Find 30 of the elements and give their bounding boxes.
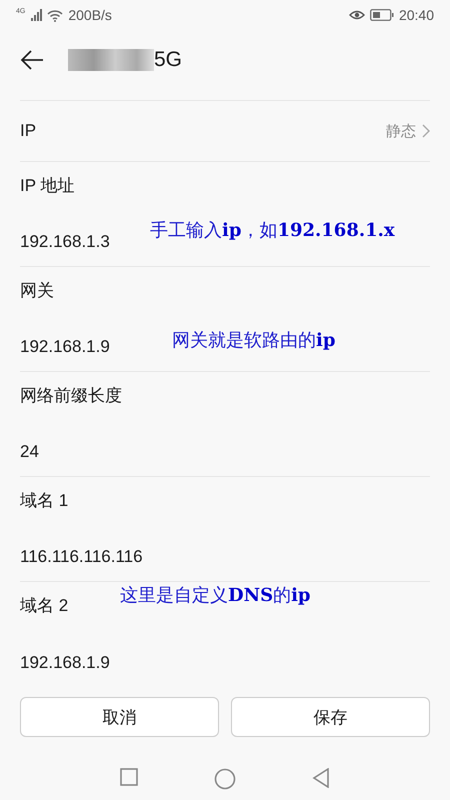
annotation-text: 这里是自定义DNS的ip: [120, 584, 310, 607]
cancel-button[interactable]: 取消: [20, 697, 219, 737]
input-field[interactable]: 116.116.116.116: [20, 547, 143, 567]
signal-icon: [30, 9, 42, 21]
field-label: IP 地址: [20, 175, 74, 197]
back-icon[interactable]: [312, 768, 330, 788]
clock-time: 20:40: [398, 7, 434, 23]
field-label: 域名 1: [20, 490, 68, 512]
home-icon[interactable]: [214, 768, 236, 790]
field-label: 网关: [20, 280, 54, 302]
recent-apps-icon[interactable]: [120, 768, 138, 786]
input-field[interactable]: 24: [20, 442, 39, 462]
field-label: 网络前缀长度: [20, 385, 122, 407]
input-field[interactable]: 192.168.1.9: [20, 653, 110, 673]
field-label: IP: [20, 121, 36, 141]
save-button[interactable]: 保存: [231, 697, 430, 737]
network-speed: 200B/s: [68, 7, 112, 23]
eye-icon: [348, 9, 365, 21]
back-arrow-icon[interactable]: [20, 50, 44, 70]
field-value: 静态: [386, 122, 416, 140]
annotation-text: 手工输入ip，如192.168.1.x: [150, 219, 395, 242]
wifi-icon: [47, 8, 64, 22]
battery-icon: [370, 9, 394, 21]
field-label: 域名 2: [20, 595, 68, 617]
chevron-right-icon: [422, 124, 430, 138]
input-field[interactable]: 192.168.1.9: [20, 337, 110, 357]
ip-setting-row[interactable]: IP 静态: [20, 101, 430, 162]
input-field[interactable]: 192.168.1.3: [20, 232, 110, 252]
annotation-text: 网关就是软路由的ip: [172, 329, 336, 352]
network-title: 5G: [154, 48, 182, 72]
